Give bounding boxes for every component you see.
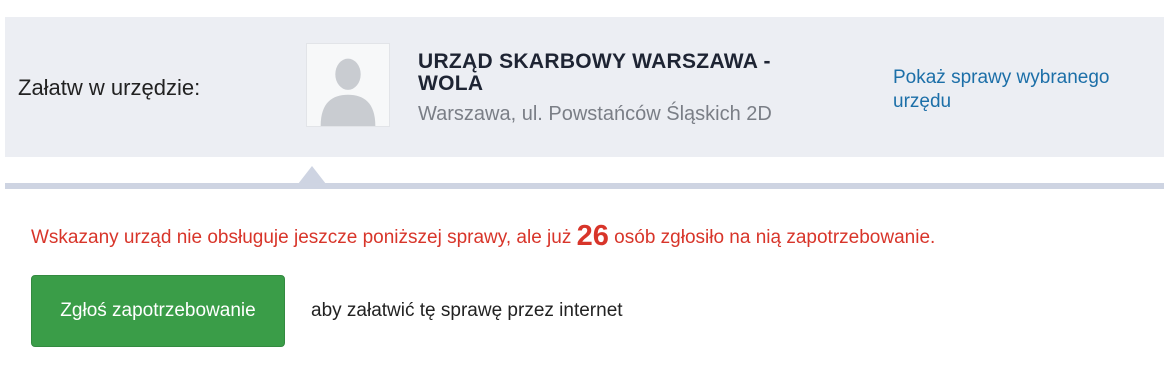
divider-notch — [298, 166, 326, 184]
user-placeholder-icon — [306, 43, 390, 127]
office-panel: Załatw w urzędzie: URZĄD SKARBOWY WARSZA… — [5, 17, 1164, 157]
notice-text-after: osób zgłosiło na nią zapotrzebowanie. — [608, 227, 936, 248]
office-address: Warszawa, ul. Powstańców Śląskich 2D — [418, 103, 772, 125]
report-demand-button[interactable]: Zgłoś zapotrzebowanie — [31, 275, 285, 347]
panel-label: Załatw w urzędzie: — [18, 75, 201, 100]
section-divider — [5, 183, 1164, 189]
demand-count: 26 — [576, 220, 609, 252]
office-name: URZĄD SKARBOWY WARSZAWA - WOLA — [418, 50, 771, 95]
button-caption: aby załatwić tę sprawę przez internet — [311, 300, 623, 321]
notice-text-before: Wskazany urząd nie obsługuje jeszcze pon… — [31, 227, 577, 248]
demand-notice: Wskazany urząd nie obsługuje jeszcze pon… — [31, 220, 935, 253]
show-office-cases-link[interactable]: Pokaż sprawy wybranego urzędu — [893, 66, 1153, 114]
